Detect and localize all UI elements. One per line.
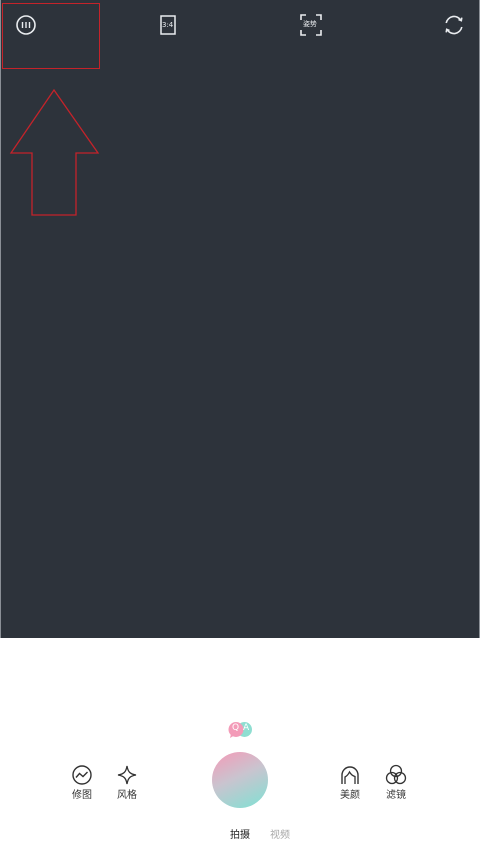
qa-badge-right-letter: A xyxy=(243,723,250,733)
aspect-ratio-button[interactable]: 3:4 xyxy=(155,12,181,38)
pose-label: 姿势 xyxy=(303,20,317,28)
shutter-button[interactable] xyxy=(212,752,268,808)
switch-camera-icon xyxy=(445,15,463,35)
bottom-control-panel xyxy=(0,638,480,852)
pose-button[interactable]: 姿势 xyxy=(298,12,324,38)
qa-badge[interactable]: Q A xyxy=(227,721,255,739)
filter-circles-icon xyxy=(385,764,407,785)
retouch-icon xyxy=(72,765,92,785)
retouch-label: 修图 xyxy=(72,790,92,801)
camera-screen: 3:4 姿势 修图 风格 Q A 美颜 滤镜 拍摄 视频 xyxy=(0,0,480,852)
style-button[interactable]: 风格 xyxy=(107,764,147,801)
beauty-label: 美颜 xyxy=(340,790,360,801)
switch-camera-button[interactable] xyxy=(441,12,467,38)
style-label: 风格 xyxy=(117,790,137,801)
filter-button[interactable]: 滤镜 xyxy=(376,764,416,801)
face-icon xyxy=(341,766,359,784)
mode-tab-photo[interactable]: 拍摄 xyxy=(230,831,250,841)
mode-tab-video[interactable]: 视频 xyxy=(270,831,290,841)
aspect-ratio-label: 3:4 xyxy=(162,21,174,29)
retouch-button[interactable]: 修图 xyxy=(62,764,102,801)
beauty-button[interactable]: 美颜 xyxy=(330,764,370,801)
filter-label: 滤镜 xyxy=(386,790,406,801)
sparkle-icon xyxy=(117,765,137,785)
qa-badge-left-letter: Q xyxy=(232,723,240,733)
up-arrow-annotation-icon xyxy=(9,88,100,216)
